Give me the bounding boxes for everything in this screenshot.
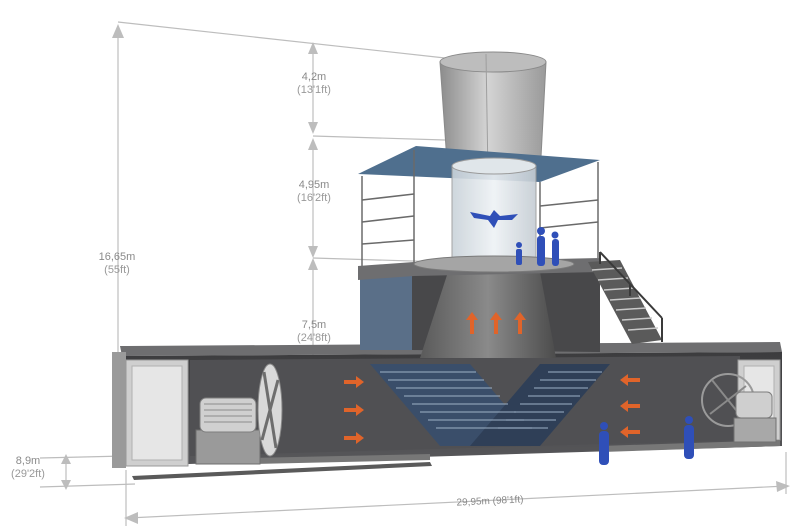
- chamber-dimension-label: 4,95m (16'2ft): [274, 179, 354, 205]
- motor-stand: [733, 417, 777, 443]
- below-ground-dimension-label: 8,9m (29'2ft): [0, 455, 56, 481]
- below-ground-metric: 8,9m: [15, 455, 41, 467]
- person-silhouette-icon: [537, 227, 545, 266]
- diffuser-dimension-label: 4,2m (13'1ft): [274, 71, 354, 97]
- total-height-imperial: (55ft): [104, 264, 130, 276]
- left-end-panel: [112, 352, 126, 468]
- person-silhouette-icon: [551, 231, 559, 266]
- total-height-metric: 16,65m: [98, 251, 136, 263]
- total-height-dimension-label: 16,65m (55ft): [76, 251, 158, 277]
- left-door-panel: [131, 365, 183, 461]
- chamber-imperial: (16'2ft): [297, 192, 331, 204]
- extension-line: [117, 21, 446, 59]
- plenum-metric: 7,5m: [301, 319, 327, 331]
- below-ground-imperial: (29'2ft): [11, 468, 45, 480]
- extension-line: [312, 135, 446, 141]
- chamber-floor-ring: [413, 255, 575, 273]
- wind-tunnel-diagram: 4,2m (13'1ft) 4,95m (16'2ft) 7,5m (24'8f…: [0, 0, 800, 529]
- extension-line: [39, 483, 136, 488]
- diffuser-imperial: (13'1ft): [297, 84, 331, 96]
- plenum-imperial: (24'8ft): [297, 332, 331, 344]
- arrowhead: [112, 24, 124, 38]
- person-silhouette-icon: [516, 242, 522, 265]
- plenum: [360, 266, 600, 358]
- electric-motor-icon: [199, 397, 257, 433]
- motor-stand: [195, 429, 261, 465]
- plenum-dimension-label: 7,5m (24'8ft): [274, 319, 354, 345]
- diffuser-metric: 4,2m: [301, 71, 327, 83]
- electric-motor-icon: [735, 391, 773, 419]
- chamber-metric: 4,95m: [298, 179, 330, 191]
